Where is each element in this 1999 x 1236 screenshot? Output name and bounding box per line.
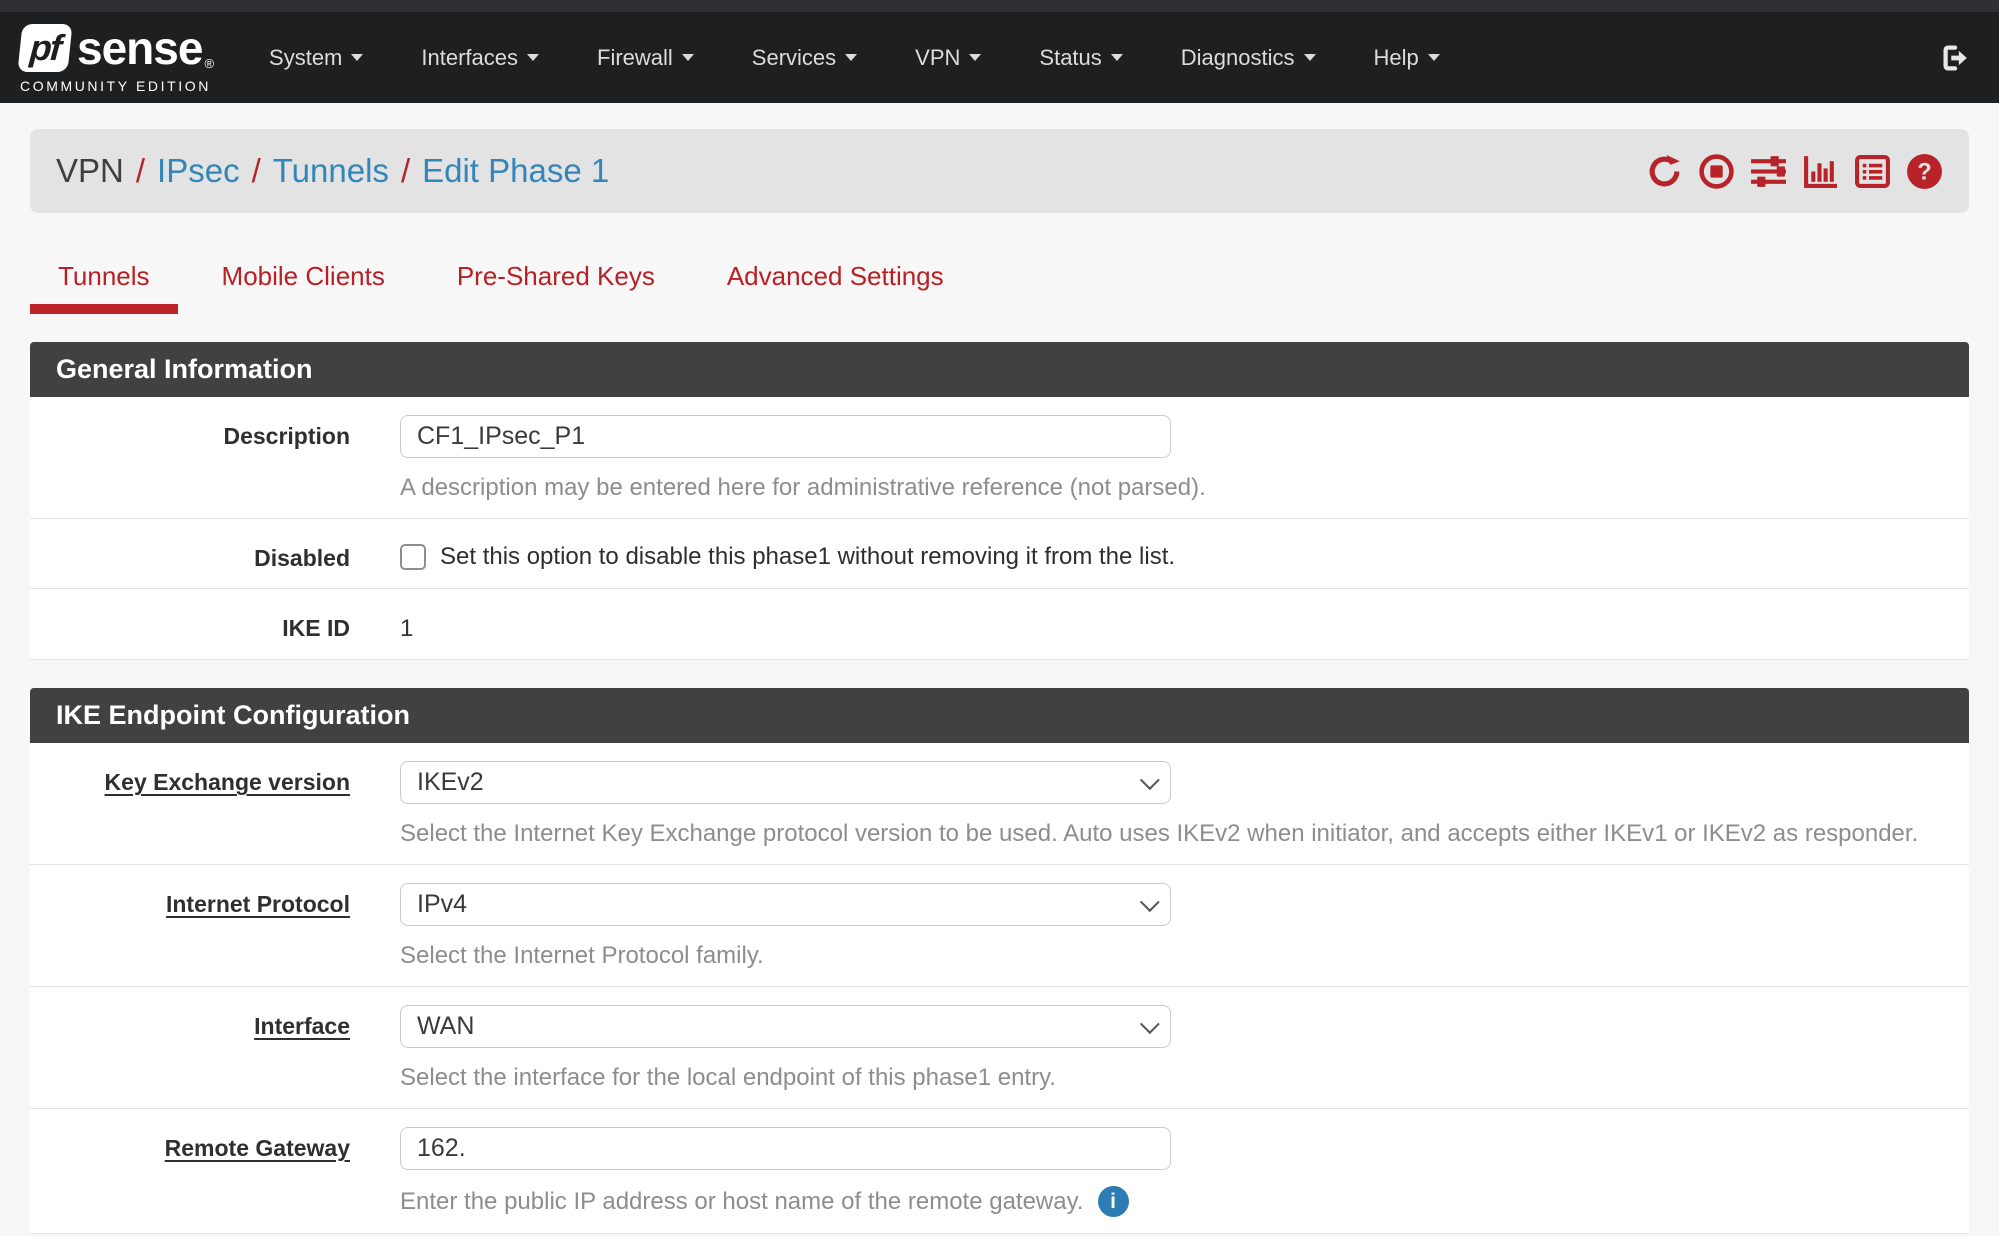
key-exchange-label: Key Exchange version bbox=[30, 761, 370, 848]
navbar-menu: System Interfaces Firewall Services VPN … bbox=[240, 45, 1469, 71]
breadcrumb-bar: VPN / IPsec / Tunnels / Edit Phase 1 bbox=[30, 129, 1969, 213]
chevron-down-icon bbox=[969, 54, 981, 61]
general-information-panel: General Information Description A descri… bbox=[30, 342, 1969, 660]
tab-mobile-clients[interactable]: Mobile Clients bbox=[194, 261, 413, 314]
nav-item-services[interactable]: Services bbox=[723, 45, 886, 71]
stop-circle-icon[interactable] bbox=[1698, 153, 1735, 190]
nav-item-interfaces[interactable]: Interfaces bbox=[392, 45, 568, 71]
nav-item-label: Status bbox=[1039, 45, 1101, 71]
pfsense-logo-tile: pf bbox=[17, 24, 72, 72]
chevron-down-icon bbox=[1428, 54, 1440, 61]
tab-tunnels[interactable]: Tunnels bbox=[30, 261, 178, 314]
panel-title-general-information: General Information bbox=[30, 342, 1969, 397]
breadcrumb-edit-phase1[interactable]: Edit Phase 1 bbox=[422, 152, 609, 190]
nav-item-label: Help bbox=[1374, 45, 1419, 71]
disabled-checkbox-label: Set this option to disable this phase1 w… bbox=[440, 543, 1175, 571]
nav-item-label: Diagnostics bbox=[1181, 45, 1295, 71]
logo-edition-text: COMMUNITY EDITION bbox=[20, 78, 214, 94]
key-exchange-row: Key Exchange version IKEv2 Select the In… bbox=[30, 743, 1969, 865]
pfsense-logo[interactable]: pf sense ® COMMUNITY EDITION bbox=[20, 21, 214, 94]
disabled-checkbox[interactable] bbox=[400, 544, 426, 570]
remote-gateway-row: Remote Gateway Enter the public IP addre… bbox=[30, 1109, 1969, 1234]
internet-protocol-help: Select the Internet Protocol family. bbox=[400, 942, 1969, 970]
nav-item-label: Firewall bbox=[597, 45, 673, 71]
top-strip bbox=[0, 0, 1999, 12]
nav-item-status[interactable]: Status bbox=[1010, 45, 1151, 71]
sign-out-icon[interactable] bbox=[1939, 41, 1973, 75]
logo-pf-text: pf bbox=[29, 27, 62, 69]
chevron-down-icon bbox=[351, 54, 363, 61]
interface-label: Interface bbox=[30, 1005, 370, 1092]
nav-item-label: Interfaces bbox=[421, 45, 518, 71]
breadcrumb-separator: / bbox=[136, 152, 145, 190]
ike-endpoint-panel: IKE Endpoint Configuration Key Exchange … bbox=[30, 688, 1969, 1234]
navbar: pf sense ® COMMUNITY EDITION System Inte… bbox=[0, 12, 1999, 103]
key-exchange-select[interactable]: IKEv2 bbox=[400, 761, 1171, 804]
help-icon[interactable]: ? bbox=[1906, 153, 1943, 190]
svg-text:?: ? bbox=[1917, 159, 1931, 185]
nav-item-vpn[interactable]: VPN bbox=[886, 45, 1010, 71]
chevron-down-icon bbox=[1111, 54, 1123, 61]
remote-gateway-help: Enter the public IP address or host name… bbox=[400, 1188, 1084, 1216]
logo-registered-mark: ® bbox=[204, 56, 214, 71]
interface-selected-value: WAN bbox=[417, 1012, 474, 1041]
internet-protocol-row: Internet Protocol IPv4 Select the Intern… bbox=[30, 865, 1969, 987]
nav-item-label: VPN bbox=[915, 45, 960, 71]
description-row: Description A description may be entered… bbox=[30, 397, 1969, 519]
key-exchange-selected-value: IKEv2 bbox=[417, 768, 484, 797]
chevron-down-icon bbox=[1304, 54, 1316, 61]
description-label: Description bbox=[30, 415, 370, 502]
internet-protocol-select[interactable]: IPv4 bbox=[400, 883, 1171, 926]
remote-gateway-input[interactable] bbox=[400, 1127, 1171, 1170]
ike-id-label: IKE ID bbox=[30, 607, 370, 643]
logo-sense-text: sense bbox=[77, 21, 202, 75]
interface-select[interactable]: WAN bbox=[400, 1005, 1171, 1048]
breadcrumb-vpn: VPN bbox=[56, 152, 124, 190]
breadcrumb-separator: / bbox=[252, 152, 261, 190]
description-input[interactable] bbox=[400, 415, 1171, 458]
interface-help: Select the interface for the local endpo… bbox=[400, 1064, 1969, 1092]
info-icon[interactable]: i bbox=[1098, 1186, 1129, 1217]
disabled-row: Disabled Set this option to disable this… bbox=[30, 519, 1969, 589]
chevron-down-icon bbox=[682, 54, 694, 61]
chevron-down-icon bbox=[1140, 770, 1160, 790]
chevron-down-icon bbox=[845, 54, 857, 61]
chevron-down-icon bbox=[527, 54, 539, 61]
breadcrumb-ipsec-link[interactable]: IPsec bbox=[157, 152, 240, 190]
nav-item-label: Services bbox=[752, 45, 836, 71]
chevron-down-icon bbox=[1140, 1014, 1160, 1034]
refresh-icon[interactable] bbox=[1646, 153, 1683, 190]
nav-item-system[interactable]: System bbox=[240, 45, 392, 71]
key-exchange-help: Select the Internet Key Exchange protoco… bbox=[400, 820, 1969, 848]
breadcrumb-separator: / bbox=[401, 152, 410, 190]
nav-item-label: System bbox=[269, 45, 342, 71]
log-icon[interactable] bbox=[1854, 153, 1891, 190]
remote-gateway-label: Remote Gateway bbox=[30, 1127, 370, 1217]
sliders-icon[interactable] bbox=[1750, 153, 1787, 190]
chevron-down-icon bbox=[1140, 892, 1160, 912]
interface-row: Interface WAN Select the interface for t… bbox=[30, 987, 1969, 1109]
internet-protocol-selected-value: IPv4 bbox=[417, 890, 467, 919]
nav-item-diagnostics[interactable]: Diagnostics bbox=[1152, 45, 1345, 71]
ike-id-value: 1 bbox=[400, 607, 1969, 643]
nav-item-help[interactable]: Help bbox=[1345, 45, 1469, 71]
breadcrumb-tunnels-link[interactable]: Tunnels bbox=[273, 152, 389, 190]
panel-title-ike-endpoint: IKE Endpoint Configuration bbox=[30, 688, 1969, 743]
tab-pre-shared-keys[interactable]: Pre-Shared Keys bbox=[429, 261, 683, 314]
disabled-label: Disabled bbox=[30, 537, 370, 572]
tab-advanced-settings[interactable]: Advanced Settings bbox=[699, 261, 972, 314]
internet-protocol-label: Internet Protocol bbox=[30, 883, 370, 970]
ike-id-row: IKE ID 1 bbox=[30, 589, 1969, 660]
description-help: A description may be entered here for ad… bbox=[400, 474, 1969, 502]
tab-bar: Tunnels Mobile Clients Pre-Shared Keys A… bbox=[30, 261, 1969, 314]
breadcrumb: VPN / IPsec / Tunnels / Edit Phase 1 bbox=[56, 152, 609, 190]
bar-chart-icon[interactable] bbox=[1802, 153, 1839, 190]
breadcrumb-actions: ? bbox=[1646, 153, 1943, 190]
nav-item-firewall[interactable]: Firewall bbox=[568, 45, 723, 71]
